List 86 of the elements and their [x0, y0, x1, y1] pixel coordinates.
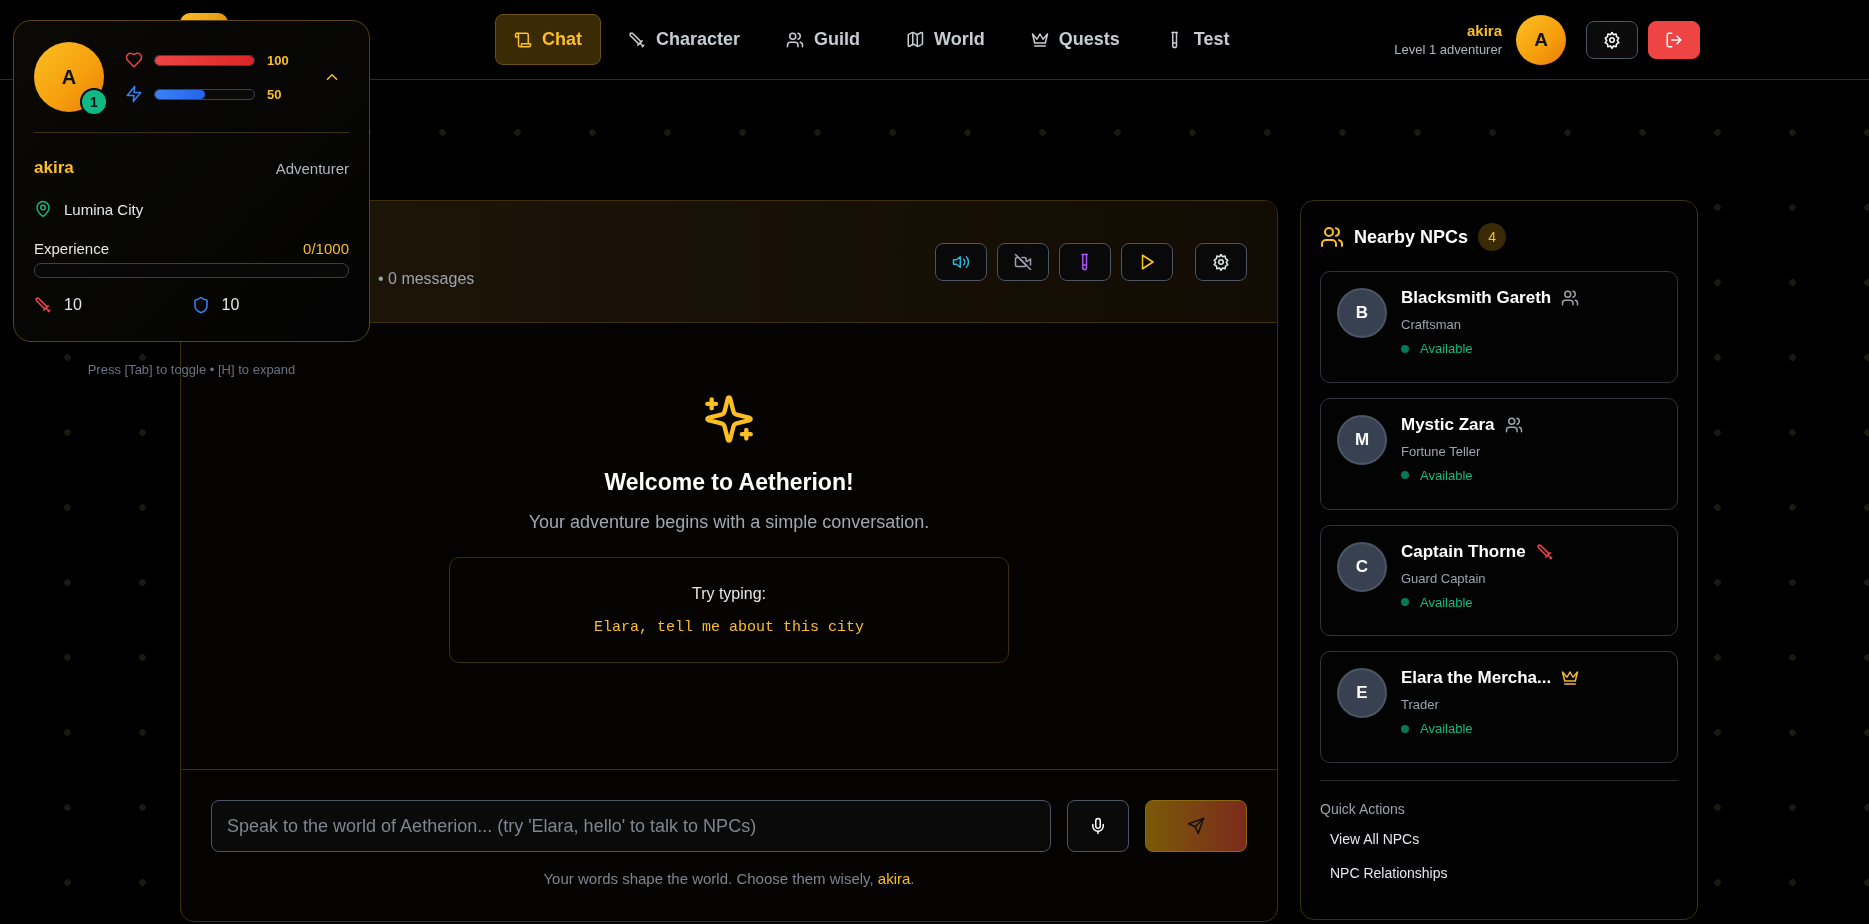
example-command: Elara, tell me about this city — [593, 618, 864, 636]
count-badge: 4 — [1478, 223, 1507, 251]
quick-action-link[interactable]: NPC Relationships — [1320, 865, 1678, 881]
status-dot — [1401, 344, 1409, 353]
map-icon — [906, 30, 925, 49]
npc-name: Captain Thorne — [1401, 541, 1526, 562]
status-dot — [1401, 598, 1409, 606]
nav-tab[interactable]: Test — [1146, 14, 1249, 65]
npc-card[interactable]: C Captain Thorne Guard Captain Available — [1320, 524, 1678, 637]
logout-button[interactable] — [1648, 20, 1700, 59]
sound-button[interactable] — [935, 242, 987, 281]
level-badge: 1 — [80, 88, 108, 116]
people-icon — [786, 30, 805, 49]
send-icon — [1187, 817, 1206, 835]
npc-name: Blacksmith Gareth — [1401, 288, 1552, 308]
scroll-icon — [514, 30, 532, 49]
npc-status: Available — [1420, 341, 1473, 356]
quick-action-link[interactable]: View All NPCs — [1320, 831, 1678, 847]
sword-icon — [628, 30, 646, 49]
experience-value: 0/1000 — [303, 240, 349, 257]
nav-tab[interactable]: Chat — [495, 14, 601, 65]
npc-role: Craftsman — [1401, 317, 1462, 332]
npc-avatar: C — [1337, 541, 1387, 592]
attack-value: 10 — [64, 296, 82, 314]
nav-tab[interactable]: Character — [609, 14, 760, 65]
camera-off-button[interactable] — [997, 242, 1049, 281]
npc-avatar: E — [1337, 668, 1387, 719]
npc-name: Elara the Mercha... — [1401, 668, 1552, 689]
people-icon — [1320, 225, 1344, 249]
welcome-text: Your adventure begins with a simple conversation. — [528, 512, 930, 533]
section-title: Quick Actions — [1320, 801, 1406, 817]
npc-name: Mystic Zara — [1401, 414, 1495, 435]
test-button[interactable] — [1059, 242, 1111, 281]
settings-icon — [1603, 30, 1621, 49]
logout-icon — [1665, 30, 1683, 49]
play-button[interactable] — [1121, 242, 1173, 281]
status-dot — [1401, 471, 1409, 480]
npc-card[interactable]: E Elara the Mercha... Trader Available — [1320, 651, 1678, 763]
lightning-icon — [125, 85, 143, 103]
example-label: Try typing: — [691, 584, 767, 603]
send-button[interactable] — [1145, 800, 1247, 852]
crown-icon — [1030, 30, 1049, 49]
panel-title: Nearby NPCs — [1354, 226, 1469, 248]
player-location: Lumina City — [64, 200, 144, 218]
sword-icon — [34, 296, 52, 314]
keyboard-hint: Press [Tab] to toggle • [H] to expand — [86, 362, 297, 377]
user-avatar[interactable]: A — [1516, 14, 1566, 65]
footer-text: Your words shape the world. Choose them wisely, akira. — [542, 870, 916, 887]
crown-icon — [1561, 669, 1580, 688]
message-count: • 0 messages — [378, 269, 475, 288]
npc-avatar: M — [1337, 414, 1387, 465]
settings-button[interactable] — [1195, 242, 1247, 281]
sword-icon — [1535, 542, 1554, 561]
npc-role: Guard Captain — [1401, 570, 1487, 586]
defense-value: 10 — [221, 296, 240, 314]
user-name: akira — [1466, 22, 1502, 39]
player-class: Adventurer — [275, 159, 349, 177]
experience-label: Experience — [34, 240, 110, 257]
welcome-title: Welcome to Aetherion! — [604, 469, 854, 496]
nav-tab[interactable]: Quests — [1011, 14, 1139, 65]
npc-card[interactable]: M Mystic Zara Fortune Teller Available — [1320, 397, 1678, 510]
npc-status: Available — [1420, 467, 1473, 483]
energy-value: 50 — [267, 86, 282, 102]
location-pin-icon — [34, 200, 52, 218]
camera-off-icon — [1014, 252, 1032, 271]
user-level: Level 1 adventurer — [1394, 42, 1502, 57]
shield-icon — [191, 296, 210, 314]
player-name: akira — [34, 158, 74, 178]
message-input[interactable]: Speak to the world of Aetherion... (try 'Elara, hello' to talk to NPCs) — [211, 800, 1052, 852]
settings-button[interactable] — [1586, 20, 1638, 59]
people-icon — [1561, 289, 1580, 307]
nav-tab[interactable]: Guild — [767, 14, 880, 65]
heart-icon — [125, 51, 143, 69]
nav-tab[interactable]: World — [887, 14, 1004, 65]
npc-avatar: B — [1337, 288, 1387, 338]
npc-role: Trader — [1401, 697, 1440, 713]
npc-role: Fortune Teller — [1401, 443, 1482, 459]
sparkles-icon — [703, 393, 755, 445]
npc-card[interactable]: B Blacksmith Gareth Craftsman Available — [1320, 271, 1678, 383]
settings-icon — [1212, 252, 1230, 271]
people-icon — [1504, 415, 1523, 434]
npc-status: Available — [1420, 721, 1473, 737]
status-dot — [1401, 724, 1409, 733]
microphone-button[interactable] — [1067, 800, 1130, 852]
health-value: 100 — [267, 52, 289, 68]
npc-status: Available — [1420, 594, 1473, 610]
